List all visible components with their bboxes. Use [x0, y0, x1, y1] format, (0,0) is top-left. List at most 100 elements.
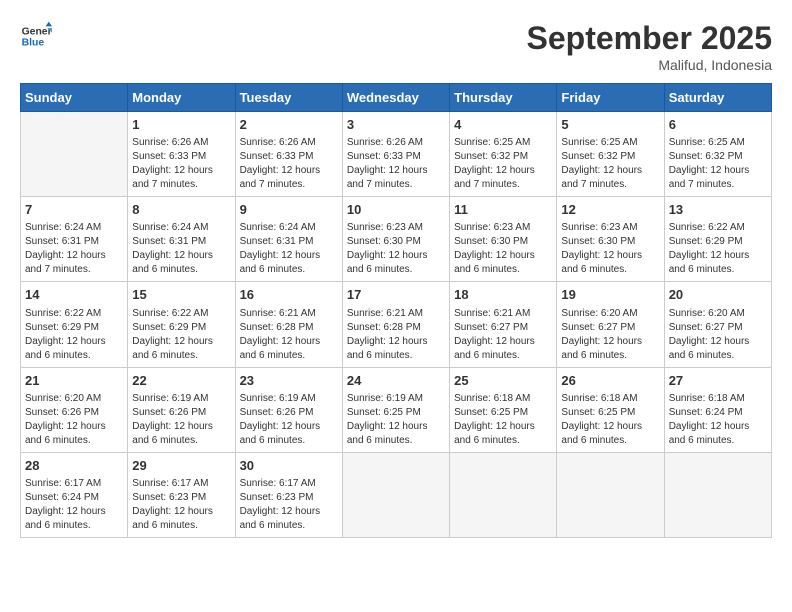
day-number: 26 [561, 372, 659, 390]
day-number: 7 [25, 201, 123, 219]
day-info: Sunrise: 6:26 AMSunset: 6:33 PMDaylight:… [132, 136, 230, 192]
calendar-cell: 12Sunrise: 6:23 AMSunset: 6:30 PMDayligh… [557, 197, 664, 282]
day-info: Sunrise: 6:18 AMSunset: 6:24 PMDaylight:… [669, 392, 767, 448]
calendar-cell: 23Sunrise: 6:19 AMSunset: 6:26 PMDayligh… [235, 367, 342, 452]
day-info: Sunrise: 6:20 AMSunset: 6:26 PMDaylight:… [25, 392, 123, 448]
calendar-cell: 18 Sunrise: 6:21 AMSunset: 6:27 PMDayligh… [450, 282, 557, 367]
day-number: 9 [240, 201, 338, 219]
calendar-week-row: 28 Sunrise: 6:17 AMSunset: 6:24 PMDayligh… [21, 452, 772, 537]
day-number: 16 [240, 286, 338, 304]
day-number: 20 [669, 286, 767, 304]
day-number: 2 [240, 116, 338, 134]
calendar-week-row: 21 Sunrise: 6:20 AMSunset: 6:26 PMDayligh… [21, 367, 772, 452]
day-number: 6 [669, 116, 767, 134]
calendar-cell: 19 Sunrise: 6:20 AMSunset: 6:27 PMDayligh… [557, 282, 664, 367]
day-info: Sunrise: 6:17 AMSunset: 6:23 PMDaylight:… [132, 477, 230, 533]
calendar-header-row: SundayMondayTuesdayWednesdayThursdayFrid… [21, 84, 772, 112]
day-info: Sunrise: 6:23 AMSunset: 6:30 PMDaylight:… [454, 221, 552, 277]
calendar-cell: 11Sunrise: 6:23 AMSunset: 6:30 PMDayligh… [450, 197, 557, 282]
day-info: Sunrise: 6:24 AMSunset: 6:31 PMDaylight:… [240, 221, 338, 277]
calendar-cell: 30 Sunrise: 6:17 AMSunset: 6:23 PMDayligh… [235, 452, 342, 537]
day-header: Friday [557, 84, 664, 112]
day-info: Sunrise: 6:24 AMSunset: 6:31 PMDaylight:… [25, 221, 123, 277]
day-header: Wednesday [342, 84, 449, 112]
calendar-week-row: 7 Sunrise: 6:24 AMSunset: 6:31 PMDaylight… [21, 197, 772, 282]
month-title: September 2025 [527, 20, 772, 57]
calendar-cell: 1 Sunrise: 6:26 AMSunset: 6:33 PMDaylight… [128, 112, 235, 197]
day-number: 22 [132, 372, 230, 390]
day-number: 28 [25, 457, 123, 475]
day-number: 3 [347, 116, 445, 134]
calendar-cell: 9 Sunrise: 6:24 AMSunset: 6:31 PMDaylight… [235, 197, 342, 282]
calendar-cell [342, 452, 449, 537]
calendar-table: SundayMondayTuesdayWednesdayThursdayFrid… [20, 83, 772, 538]
day-info: Sunrise: 6:25 AMSunset: 6:32 PMDaylight:… [454, 136, 552, 192]
calendar-cell: 4 Sunrise: 6:25 AMSunset: 6:32 PMDaylight… [450, 112, 557, 197]
day-info: Sunrise: 6:22 AMSunset: 6:29 PMDaylight:… [669, 221, 767, 277]
calendar-cell [664, 452, 771, 537]
day-number: 18 [454, 286, 552, 304]
calendar-cell: 14 Sunrise: 6:22 AMSunset: 6:29 PMDayligh… [21, 282, 128, 367]
calendar-cell: 15Sunrise: 6:22 AMSunset: 6:29 PMDayligh… [128, 282, 235, 367]
calendar-cell: 13 Sunrise: 6:22 AMSunset: 6:29 PMDayligh… [664, 197, 771, 282]
day-info: Sunrise: 6:19 AMSunset: 6:26 PMDaylight:… [132, 392, 230, 448]
day-number: 5 [561, 116, 659, 134]
day-info: Sunrise: 6:23 AMSunset: 6:30 PMDaylight:… [347, 221, 445, 277]
calendar-cell [450, 452, 557, 537]
day-number: 14 [25, 286, 123, 304]
calendar-week-row: 1 Sunrise: 6:26 AMSunset: 6:33 PMDaylight… [21, 112, 772, 197]
day-number: 1 [132, 116, 230, 134]
day-info: Sunrise: 6:26 AMSunset: 6:33 PMDaylight:… [240, 136, 338, 192]
calendar-week-row: 14 Sunrise: 6:22 AMSunset: 6:29 PMDayligh… [21, 282, 772, 367]
day-info: Sunrise: 6:20 AMSunset: 6:27 PMDaylight:… [561, 307, 659, 363]
calendar-cell: 22 Sunrise: 6:19 AMSunset: 6:26 PMDayligh… [128, 367, 235, 452]
day-number: 10 [347, 201, 445, 219]
calendar-cell: 3Sunrise: 6:26 AMSunset: 6:33 PMDaylight… [342, 112, 449, 197]
svg-text:Blue: Blue [22, 38, 45, 49]
calendar-cell: 29Sunrise: 6:17 AMSunset: 6:23 PMDayligh… [128, 452, 235, 537]
day-info: Sunrise: 6:17 AMSunset: 6:23 PMDaylight:… [240, 477, 338, 533]
day-info: Sunrise: 6:21 AMSunset: 6:28 PMDaylight:… [347, 307, 445, 363]
day-info: Sunrise: 6:18 AMSunset: 6:25 PMDaylight:… [454, 392, 552, 448]
calendar-cell [557, 452, 664, 537]
calendar-cell: 25 Sunrise: 6:18 AMSunset: 6:25 PMDayligh… [450, 367, 557, 452]
day-number: 19 [561, 286, 659, 304]
day-number: 13 [669, 201, 767, 219]
logo: General Blue [20, 20, 52, 52]
calendar-cell: 24Sunrise: 6:19 AMSunset: 6:25 PMDayligh… [342, 367, 449, 452]
day-info: Sunrise: 6:19 AMSunset: 6:26 PMDaylight:… [240, 392, 338, 448]
title-block: September 2025 Malifud, Indonesia [527, 20, 772, 73]
calendar-cell: 16Sunrise: 6:21 AMSunset: 6:28 PMDayligh… [235, 282, 342, 367]
calendar-cell: 10 Sunrise: 6:23 AMSunset: 6:30 PMDayligh… [342, 197, 449, 282]
day-info: Sunrise: 6:22 AMSunset: 6:29 PMDaylight:… [25, 307, 123, 363]
day-header: Tuesday [235, 84, 342, 112]
day-header: Saturday [664, 84, 771, 112]
calendar-cell: 27Sunrise: 6:18 AMSunset: 6:24 PMDayligh… [664, 367, 771, 452]
day-number: 8 [132, 201, 230, 219]
day-info: Sunrise: 6:23 AMSunset: 6:30 PMDaylight:… [561, 221, 659, 277]
calendar-cell: 21 Sunrise: 6:20 AMSunset: 6:26 PMDayligh… [21, 367, 128, 452]
day-info: Sunrise: 6:18 AMSunset: 6:25 PMDaylight:… [561, 392, 659, 448]
calendar-cell: 6Sunrise: 6:25 AMSunset: 6:32 PMDaylight… [664, 112, 771, 197]
calendar-cell: 28 Sunrise: 6:17 AMSunset: 6:24 PMDayligh… [21, 452, 128, 537]
calendar-cell: 7 Sunrise: 6:24 AMSunset: 6:31 PMDaylight… [21, 197, 128, 282]
day-info: Sunrise: 6:24 AMSunset: 6:31 PMDaylight:… [132, 221, 230, 277]
day-header: Sunday [21, 84, 128, 112]
day-number: 30 [240, 457, 338, 475]
day-number: 24 [347, 372, 445, 390]
day-info: Sunrise: 6:20 AMSunset: 6:27 PMDaylight:… [669, 307, 767, 363]
calendar-cell: 17 Sunrise: 6:21 AMSunset: 6:28 PMDayligh… [342, 282, 449, 367]
calendar-cell: 20 Sunrise: 6:20 AMSunset: 6:27 PMDayligh… [664, 282, 771, 367]
day-info: Sunrise: 6:17 AMSunset: 6:24 PMDaylight:… [25, 477, 123, 533]
logo-icon: General Blue [20, 20, 52, 52]
day-number: 17 [347, 286, 445, 304]
calendar-cell: 2 Sunrise: 6:26 AMSunset: 6:33 PMDaylight… [235, 112, 342, 197]
day-header: Thursday [450, 84, 557, 112]
day-info: Sunrise: 6:21 AMSunset: 6:27 PMDaylight:… [454, 307, 552, 363]
day-number: 21 [25, 372, 123, 390]
calendar-cell: 5 Sunrise: 6:25 AMSunset: 6:32 PMDaylight… [557, 112, 664, 197]
calendar-cell: 8 Sunrise: 6:24 AMSunset: 6:31 PMDaylight… [128, 197, 235, 282]
day-number: 25 [454, 372, 552, 390]
day-info: Sunrise: 6:25 AMSunset: 6:32 PMDaylight:… [561, 136, 659, 192]
day-number: 4 [454, 116, 552, 134]
